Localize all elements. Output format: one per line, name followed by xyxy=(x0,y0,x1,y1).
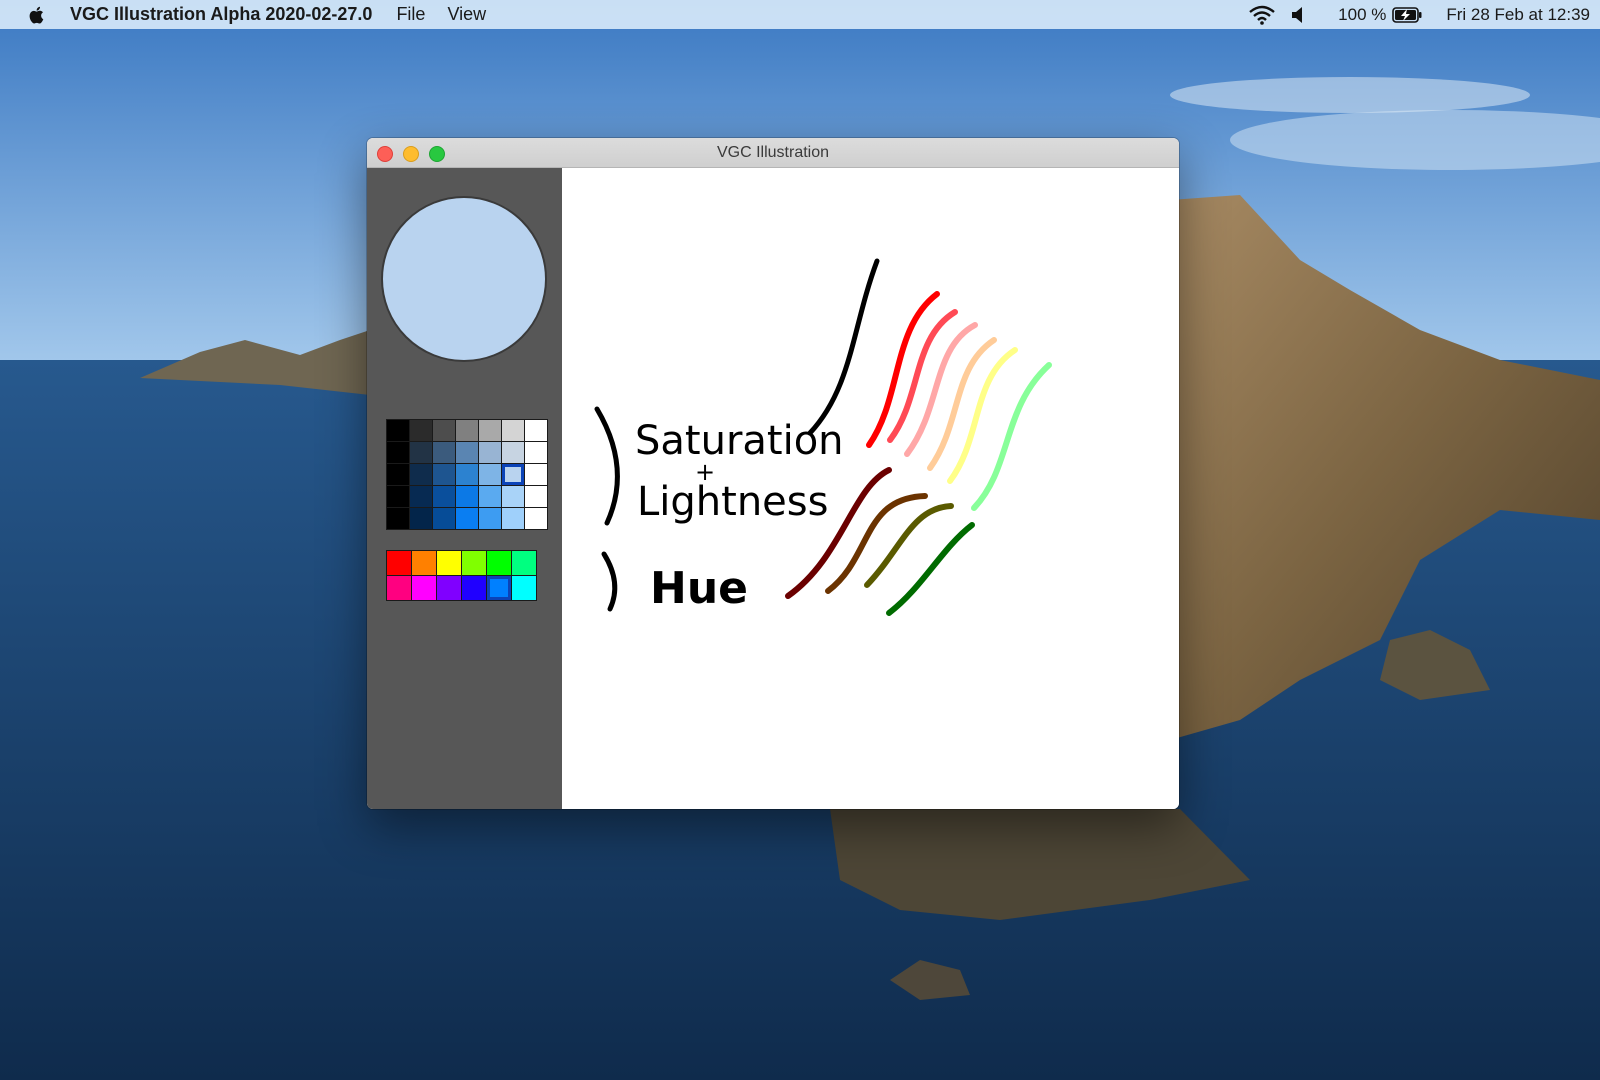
menu-view[interactable]: View xyxy=(447,0,486,29)
shade-swatch[interactable] xyxy=(410,420,432,441)
clock[interactable]: Fri 28 Feb at 12:39 xyxy=(1446,5,1590,25)
status-area: 100 % Fri 28 Feb at 12:39 xyxy=(1248,0,1590,29)
apple-logo-icon xyxy=(29,6,44,24)
menu-file[interactable]: File xyxy=(396,0,425,29)
shade-swatch[interactable] xyxy=(456,464,478,485)
shade-swatch[interactable] xyxy=(456,420,478,441)
shade-swatch[interactable] xyxy=(410,486,432,507)
shade-swatch[interactable] xyxy=(525,464,547,485)
battery-status[interactable]: 100 % xyxy=(1338,5,1422,25)
menu-bar: VGC Illustration Alpha 2020-02-27.0 File… xyxy=(0,0,1600,29)
hue-grid xyxy=(386,550,537,601)
shade-swatch[interactable] xyxy=(479,442,501,463)
shade-swatch[interactable] xyxy=(525,486,547,507)
annotation-saturation: Saturation xyxy=(635,418,844,464)
app-name-menu[interactable]: VGC Illustration Alpha 2020-02-27.0 xyxy=(70,0,372,29)
hue-swatch[interactable] xyxy=(437,576,461,600)
hue-swatch[interactable] xyxy=(462,551,486,575)
hue-swatch[interactable] xyxy=(487,551,511,575)
shade-swatch[interactable] xyxy=(387,486,409,507)
shade-swatch[interactable] xyxy=(502,486,524,507)
shade-swatch[interactable] xyxy=(433,464,455,485)
hue-swatch[interactable] xyxy=(387,551,411,575)
shade-swatch[interactable] xyxy=(502,420,524,441)
drawing-canvas[interactable]: Saturation + Lightness Hue xyxy=(562,168,1179,809)
color-palette-panel xyxy=(367,168,562,809)
annotation-hue: Hue xyxy=(650,563,748,614)
hue-swatch[interactable] xyxy=(512,576,536,600)
shade-swatch[interactable] xyxy=(502,464,524,485)
shade-swatch[interactable] xyxy=(410,508,432,529)
shade-swatch[interactable] xyxy=(456,508,478,529)
shade-swatch[interactable] xyxy=(433,420,455,441)
window-title: VGC Illustration xyxy=(716,144,830,161)
apple-menu[interactable] xyxy=(0,0,70,29)
shade-swatch[interactable] xyxy=(387,464,409,485)
shade-swatch[interactable] xyxy=(433,442,455,463)
shade-swatch[interactable] xyxy=(456,442,478,463)
battery-percent: 100 % xyxy=(1338,4,1387,24)
shade-swatch[interactable] xyxy=(502,508,524,529)
hue-swatch[interactable] xyxy=(487,576,511,600)
shade-swatch[interactable] xyxy=(479,508,501,529)
shade-swatch[interactable] xyxy=(410,442,432,463)
shade-swatch[interactable] xyxy=(433,486,455,507)
stroke-black xyxy=(807,258,880,436)
hue-swatch[interactable] xyxy=(437,551,461,575)
shade-swatch[interactable] xyxy=(525,508,547,529)
app-window: VGC Illustration Saturation + Lightness … xyxy=(367,138,1179,809)
shade-swatch[interactable] xyxy=(410,464,432,485)
shade-swatch[interactable] xyxy=(456,486,478,507)
canvas-drawing[interactable]: Saturation + Lightness Hue xyxy=(562,168,1179,809)
shade-grid xyxy=(386,419,548,530)
bracket-hue xyxy=(601,551,618,612)
hue-swatch[interactable] xyxy=(412,551,436,575)
shade-swatch[interactable] xyxy=(525,442,547,463)
shade-swatch[interactable] xyxy=(433,508,455,529)
brush-stroke xyxy=(904,322,978,457)
hue-swatch[interactable] xyxy=(512,551,536,575)
shade-swatch[interactable] xyxy=(525,420,547,441)
annotation-lightness: Lightness xyxy=(637,479,828,525)
shade-swatch[interactable] xyxy=(387,508,409,529)
shade-swatch[interactable] xyxy=(502,442,524,463)
wifi-icon[interactable] xyxy=(1248,5,1276,25)
shade-swatch[interactable] xyxy=(387,420,409,441)
bracket-saturation-lightness xyxy=(594,406,620,526)
hue-swatch[interactable] xyxy=(462,576,486,600)
hue-swatch[interactable] xyxy=(387,576,411,600)
window-content: Saturation + Lightness Hue xyxy=(367,168,1179,809)
shade-swatch[interactable] xyxy=(479,486,501,507)
battery-charging-icon xyxy=(1392,6,1422,23)
shade-swatch[interactable] xyxy=(479,420,501,441)
volume-icon[interactable] xyxy=(1290,6,1306,24)
brush-stroke xyxy=(947,347,1018,484)
brush-stroke xyxy=(927,337,997,471)
hue-swatch[interactable] xyxy=(412,576,436,600)
current-color-swatch[interactable] xyxy=(381,196,547,362)
shade-swatch[interactable] xyxy=(479,464,501,485)
window-titlebar[interactable]: VGC Illustration xyxy=(367,138,1179,168)
shade-swatch[interactable] xyxy=(387,442,409,463)
